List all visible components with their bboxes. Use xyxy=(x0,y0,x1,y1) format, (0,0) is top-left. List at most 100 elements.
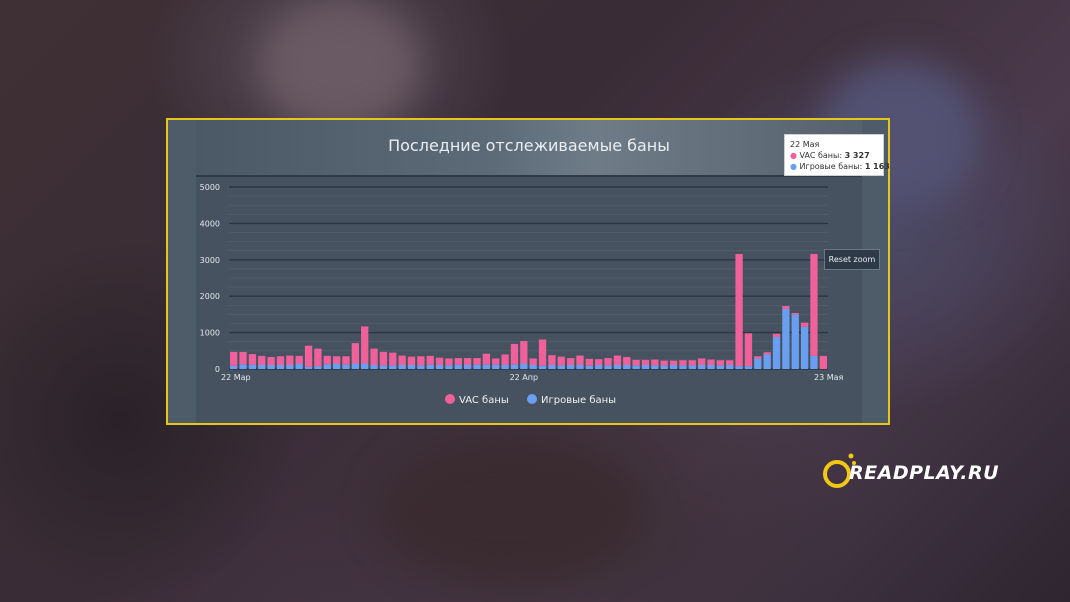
bar-vac-bans[interactable] xyxy=(688,360,696,366)
bar-vac-bans[interactable] xyxy=(623,356,631,365)
bar-vac-bans[interactable] xyxy=(417,356,425,366)
bar-vac-bans[interactable] xyxy=(744,333,753,367)
bar-vac-bans[interactable] xyxy=(370,348,378,365)
bar-game-bans[interactable] xyxy=(566,364,575,369)
bar-vac-bans[interactable] xyxy=(407,356,416,365)
bar-vac-bans[interactable] xyxy=(332,356,341,364)
bar-vac-bans[interactable] xyxy=(800,322,809,327)
bar-vac-bans[interactable] xyxy=(641,359,650,365)
bar-game-bans[interactable] xyxy=(464,364,472,369)
bar-vac-bans[interactable] xyxy=(772,333,781,337)
bar-game-bans[interactable] xyxy=(276,364,285,369)
bar-game-bans[interactable] xyxy=(669,364,678,369)
bar-game-bans[interactable] xyxy=(426,364,434,369)
bar-game-bans[interactable] xyxy=(688,365,696,369)
bar-game-bans[interactable] xyxy=(323,364,331,369)
bar-vac-bans[interactable] xyxy=(323,355,331,365)
bar-vac-bans[interactable] xyxy=(576,355,584,365)
bar-vac-bans[interactable] xyxy=(697,358,706,365)
bar-game-bans[interactable] xyxy=(342,364,350,369)
bar-vac-bans[interactable] xyxy=(810,253,818,356)
bar-game-bans[interactable] xyxy=(239,364,247,369)
bar-vac-bans[interactable] xyxy=(538,339,547,366)
bar-vac-bans[interactable] xyxy=(454,358,462,365)
bar-game-bans[interactable] xyxy=(548,364,556,369)
bar-vac-bans[interactable] xyxy=(707,359,715,365)
bar-game-bans[interactable] xyxy=(623,364,631,369)
bar-game-bans[interactable] xyxy=(520,363,528,369)
bar-vac-bans[interactable] xyxy=(735,253,743,367)
bar-game-bans[interactable] xyxy=(454,364,462,369)
bar-game-bans[interactable] xyxy=(398,364,406,369)
bar-vac-bans[interactable] xyxy=(464,358,472,365)
bar-game-bans[interactable] xyxy=(314,366,322,369)
bar-game-bans[interactable] xyxy=(230,365,238,369)
bar-vac-bans[interactable] xyxy=(566,358,575,365)
bar-vac-bans[interactable] xyxy=(304,345,313,367)
bar-game-bans[interactable] xyxy=(782,308,790,369)
bar-game-bans[interactable] xyxy=(679,365,687,369)
bar-vac-bans[interactable] xyxy=(604,358,612,366)
chart-area[interactable]: 0 1000 2000 3000 4000 5000 22 Мар 22 Апр 23 Мая … xyxy=(196,177,880,423)
bar-vac-bans[interactable] xyxy=(314,348,322,367)
legend-marker-icon[interactable] xyxy=(445,394,455,404)
bar-vac-bans[interactable] xyxy=(258,355,266,365)
bar-game-bans[interactable] xyxy=(791,314,799,369)
bar-game-bans[interactable] xyxy=(407,364,416,369)
bar-game-bans[interactable] xyxy=(595,364,603,369)
bar-game-bans[interactable] xyxy=(763,354,771,369)
bar-game-bans[interactable] xyxy=(772,336,781,369)
legend-label[interactable]: Игровые баны xyxy=(541,395,616,406)
bar-vac-bans[interactable] xyxy=(548,355,556,365)
legend-marker-icon[interactable] xyxy=(527,394,537,404)
bar-vac-bans[interactable] xyxy=(510,343,519,365)
bar-vac-bans[interactable] xyxy=(426,355,434,365)
bar-game-bans[interactable] xyxy=(286,364,294,369)
bar-vac-bans[interactable] xyxy=(613,355,622,365)
bar-game-bans[interactable] xyxy=(613,364,622,369)
bar-vac-bans[interactable] xyxy=(595,359,603,365)
bar-game-bans[interactable] xyxy=(482,364,491,369)
bar-vac-bans[interactable] xyxy=(716,360,725,366)
bar-vac-bans[interactable] xyxy=(520,340,528,364)
bar-vac-bans[interactable] xyxy=(379,351,388,366)
bar-vac-bans[interactable] xyxy=(529,358,537,365)
bans-chart[interactable]: 01000200030004000500022 Мар 22 Апр 23 Мая … xyxy=(196,177,862,423)
bar-vac-bans[interactable] xyxy=(239,351,247,365)
bar-game-bans[interactable] xyxy=(754,358,762,369)
bar-game-bans[interactable] xyxy=(370,364,378,369)
bar-game-bans[interactable] xyxy=(389,365,397,369)
bar-game-bans[interactable] xyxy=(735,366,743,369)
bar-vac-bans[interactable] xyxy=(342,356,350,365)
bar-vac-bans[interactable] xyxy=(267,356,275,365)
bar-game-bans[interactable] xyxy=(651,365,659,369)
bar-game-bans[interactable] xyxy=(417,365,425,369)
bar-game-bans[interactable] xyxy=(473,364,481,369)
bar-game-bans[interactable] xyxy=(697,364,706,369)
bar-game-bans[interactable] xyxy=(361,363,369,369)
bar-game-bans[interactable] xyxy=(538,365,547,369)
bar-game-bans[interactable] xyxy=(604,365,612,369)
bar-vac-bans[interactable] xyxy=(473,358,481,365)
bar-vac-bans[interactable] xyxy=(398,355,406,365)
bar-game-bans[interactable] xyxy=(585,365,593,369)
bar-vac-bans[interactable] xyxy=(782,306,790,309)
bar-vac-bans[interactable] xyxy=(660,360,668,366)
bar-game-bans[interactable] xyxy=(248,364,257,369)
bar-game-bans[interactable] xyxy=(379,365,388,369)
bar-vac-bans[interactable] xyxy=(669,360,678,365)
bar-game-bans[interactable] xyxy=(435,364,444,369)
bar-vac-bans[interactable] xyxy=(248,354,257,365)
bar-game-bans[interactable] xyxy=(445,365,453,369)
bar-game-bans[interactable] xyxy=(810,355,818,369)
bar-vac-bans[interactable] xyxy=(445,358,453,366)
bar-vac-bans[interactable] xyxy=(679,360,687,366)
bar-vac-bans[interactable] xyxy=(295,355,303,364)
bar-game-bans[interactable] xyxy=(576,364,584,369)
bar-vac-bans[interactable] xyxy=(501,354,509,365)
bar-game-bans[interactable] xyxy=(332,363,341,369)
bar-game-bans[interactable] xyxy=(716,365,725,369)
bar-game-bans[interactable] xyxy=(660,365,668,369)
bar-vac-bans[interactable] xyxy=(557,356,565,366)
bar-vac-bans[interactable] xyxy=(230,351,238,366)
